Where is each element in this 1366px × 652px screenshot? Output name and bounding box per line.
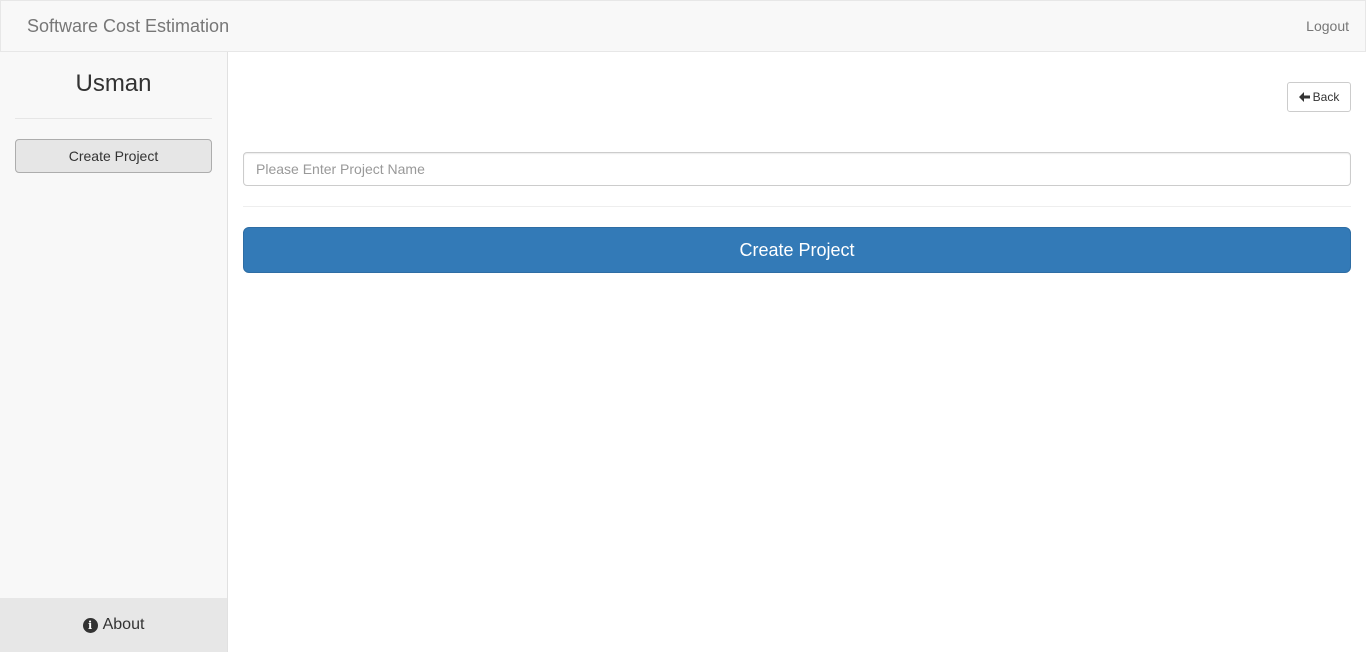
create-project-button[interactable]: Create Project (243, 227, 1351, 273)
sidebar-create-project-button[interactable]: Create Project (15, 139, 212, 173)
logout-link[interactable]: Logout (1306, 18, 1349, 34)
main-content: Back Create Project (228, 52, 1366, 652)
top-navbar: Software Cost Estimation Logout (0, 0, 1366, 52)
about-link[interactable]: i About (0, 598, 227, 652)
back-label: Back (1312, 90, 1340, 104)
app-brand[interactable]: Software Cost Estimation (27, 16, 229, 37)
arrow-left-icon (1298, 92, 1310, 102)
sidebar-divider (15, 118, 212, 119)
info-circle-icon: i (82, 617, 98, 633)
content-divider (243, 206, 1351, 207)
back-button[interactable]: Back (1287, 82, 1351, 112)
about-label: About (102, 616, 145, 633)
sidebar: Usman Create Project i About (0, 52, 228, 652)
project-name-input[interactable] (243, 152, 1351, 186)
user-name: Usman (75, 70, 152, 97)
